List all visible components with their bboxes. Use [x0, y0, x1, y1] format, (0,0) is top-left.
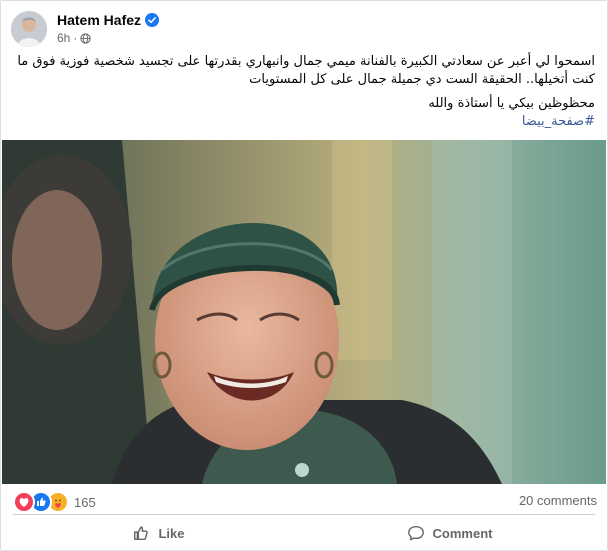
comment-label[interactable]: Comment: [433, 526, 493, 541]
author-name[interactable]: Hatem Hafez: [57, 12, 160, 28]
post-time[interactable]: 6h: [57, 31, 70, 45]
hashtag-link[interactable]: #صفحة_بيضا: [522, 114, 595, 129]
like-icon: [134, 526, 149, 541]
actions-divider: [13, 514, 595, 515]
post-actions: Like Comment: [13, 517, 595, 549]
comment-button[interactable]: Comment: [304, 517, 595, 549]
post-photo[interactable]: [2, 140, 606, 484]
comments-count[interactable]: 20 comments: [519, 493, 597, 508]
like-label[interactable]: Like: [158, 526, 184, 541]
love-reaction-icon: [13, 491, 35, 513]
meta-separator: ·: [73, 31, 78, 45]
author-avatar[interactable]: [11, 11, 47, 47]
globe-icon[interactable]: [80, 32, 91, 44]
post-card: Hatem Hafez 6h · اسمحوا لي أعبر عن سعادت…: [0, 0, 608, 551]
post-text-paragraph-2: محظوظين بيكي يا أستاذة والله: [428, 96, 595, 111]
post-header: Hatem Hafez 6h ·: [11, 9, 597, 49]
post-text: اسمحوا لي أعبر عن سعادتي الكبيرة بالفنان…: [13, 53, 595, 131]
comment-icon: [407, 525, 424, 541]
post-meta: 6h ·: [57, 31, 91, 45]
like-button[interactable]: Like: [13, 517, 304, 549]
post-text-paragraph-1: اسمحوا لي أعبر عن سعادتي الكبيرة بالفنان…: [17, 54, 595, 87]
author-name-text[interactable]: Hatem Hafez: [57, 12, 141, 28]
reactions-summary[interactable]: 165: [13, 491, 96, 513]
reaction-count[interactable]: 165: [74, 495, 96, 510]
verified-badge-icon: [145, 13, 160, 27]
